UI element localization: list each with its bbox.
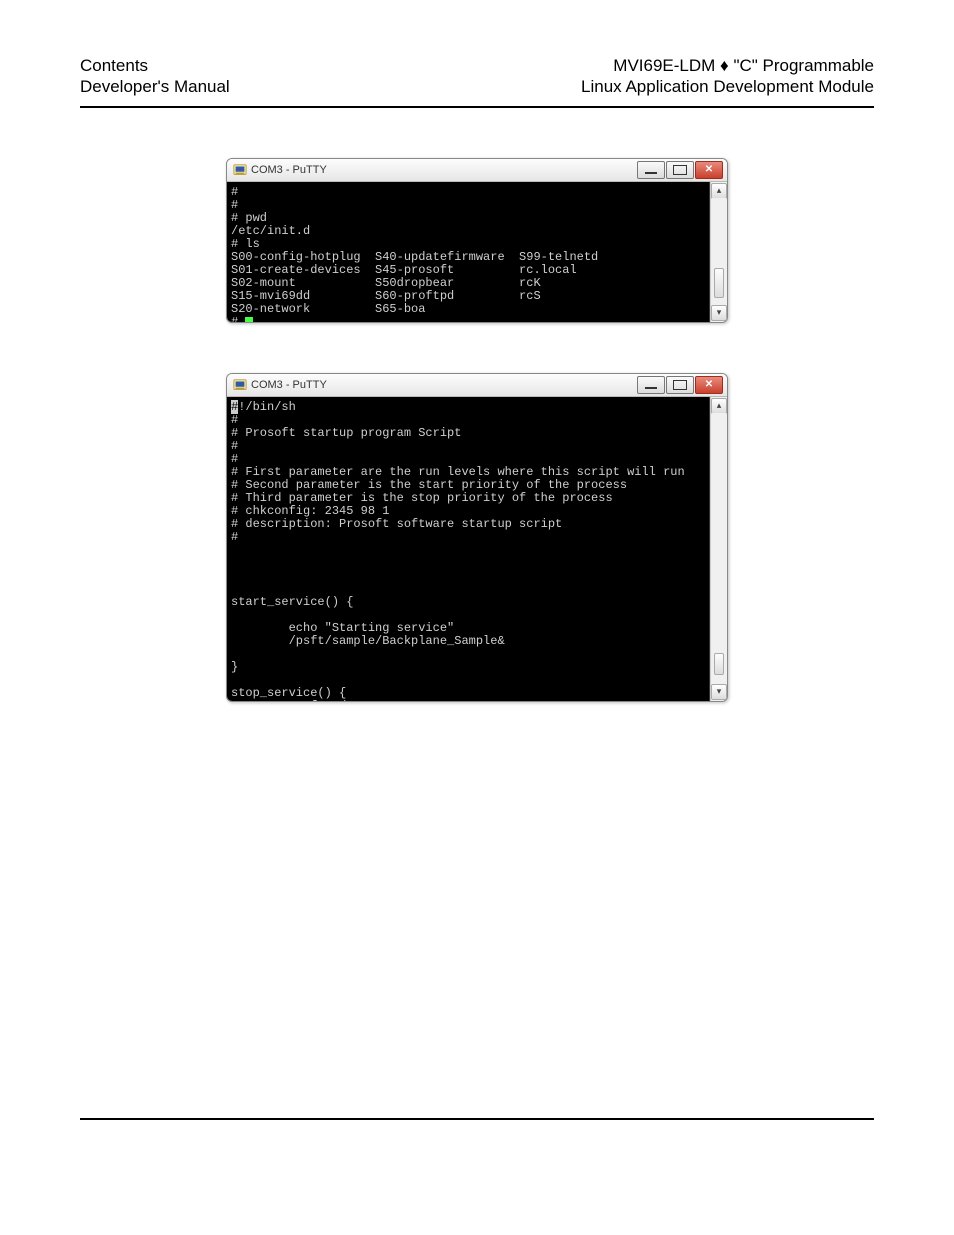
footer-rule xyxy=(80,1118,874,1120)
putty-icon xyxy=(233,378,247,392)
scrollbar[interactable]: ▴ ▾ xyxy=(710,397,727,701)
header-right-line1: MVI69E-LDM ♦ "C" Programmable xyxy=(581,55,874,76)
terminal-output[interactable]: # # # pwd /etc/init.d # ls S00-config-ho… xyxy=(227,182,710,322)
terminal-output[interactable]: #!/bin/sh # # Prosoft startup program Sc… xyxy=(227,397,710,701)
putty-window-2: COM3 - PuTTY #!/bin/sh # # Prosoft start… xyxy=(226,373,728,702)
header-right: MVI69E-LDM ♦ "C" Programmable Linux Appl… xyxy=(581,55,874,98)
scroll-down-arrow-icon[interactable]: ▾ xyxy=(711,305,727,321)
page-header: Contents Developer's Manual MVI69E-LDM ♦… xyxy=(80,55,874,106)
close-button[interactable] xyxy=(695,376,723,394)
window-title: COM3 - PuTTY xyxy=(251,164,327,176)
header-left-line2: Developer's Manual xyxy=(80,76,230,97)
scroll-track[interactable] xyxy=(712,198,726,306)
header-left-line1: Contents xyxy=(80,55,230,76)
putty-icon xyxy=(233,163,247,177)
minimize-button[interactable] xyxy=(637,376,665,394)
minimize-button[interactable] xyxy=(637,161,665,179)
putty-window-1: COM3 - PuTTY # # # pwd /etc/init.d # ls … xyxy=(226,158,728,323)
maximize-button[interactable] xyxy=(666,376,694,394)
scrollbar[interactable]: ▴ ▾ xyxy=(710,182,727,322)
window-title: COM3 - PuTTY xyxy=(251,379,327,391)
window-titlebar[interactable]: COM3 - PuTTY xyxy=(227,159,727,182)
window-buttons xyxy=(637,161,723,179)
header-rule xyxy=(80,106,874,108)
scroll-down-arrow-icon[interactable]: ▾ xyxy=(711,684,727,700)
header-right-line2: Linux Application Development Module xyxy=(581,76,874,97)
scroll-up-arrow-icon[interactable]: ▴ xyxy=(711,398,727,414)
close-button[interactable] xyxy=(695,161,723,179)
header-left: Contents Developer's Manual xyxy=(80,55,230,98)
window-buttons xyxy=(637,376,723,394)
maximize-button[interactable] xyxy=(666,161,694,179)
scroll-up-arrow-icon[interactable]: ▴ xyxy=(711,183,727,199)
window-titlebar[interactable]: COM3 - PuTTY xyxy=(227,374,727,397)
scroll-thumb[interactable] xyxy=(714,653,724,675)
scroll-track[interactable] xyxy=(712,413,726,685)
scroll-thumb[interactable] xyxy=(714,268,724,298)
document-page: Contents Developer's Manual MVI69E-LDM ♦… xyxy=(0,0,954,1235)
